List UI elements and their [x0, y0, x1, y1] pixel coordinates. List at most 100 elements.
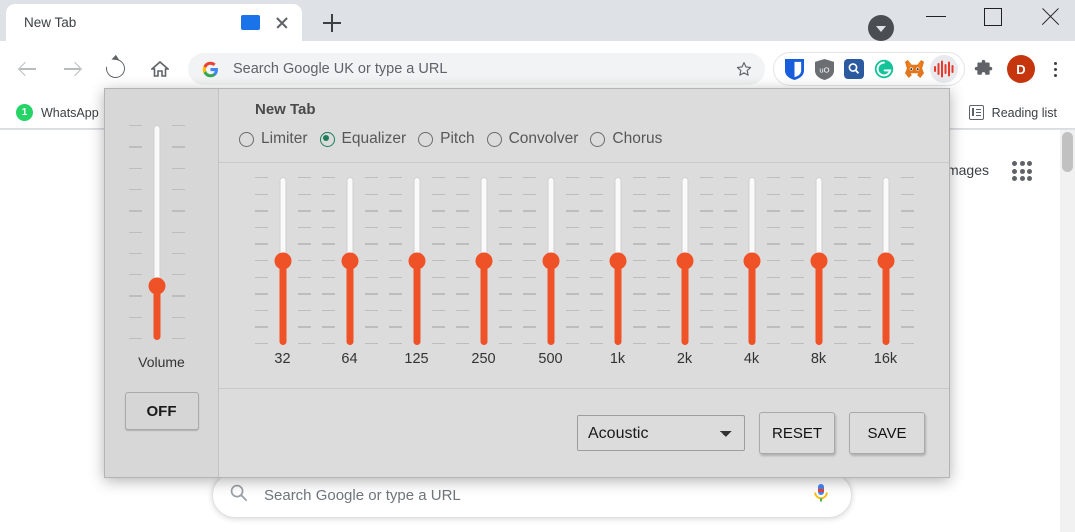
home-button[interactable] — [142, 51, 178, 87]
ublock-extension-icon[interactable]: uO — [810, 55, 838, 83]
profile-avatar[interactable]: D — [1007, 55, 1035, 83]
effect-option-chorus[interactable]: Chorus — [590, 130, 662, 148]
close-window-button[interactable] — [1029, 0, 1075, 32]
band-slider-8k[interactable] — [789, 177, 849, 345]
effect-selector: Limiter Equalizer Pitch Convolver Chorus — [219, 118, 949, 163]
google-logo-icon — [202, 61, 219, 78]
band-slider-250[interactable] — [454, 177, 514, 345]
bookmark-label: WhatsApp — [41, 106, 99, 120]
address-bar-text: Search Google UK or type a URL — [233, 61, 729, 77]
equalizer-band-64: 64 — [316, 177, 383, 367]
puzzle-piece-icon[interactable] — [967, 53, 999, 85]
reload-button[interactable] — [98, 51, 134, 87]
microphone-icon[interactable] — [811, 482, 831, 509]
effect-option-limiter[interactable]: Limiter — [239, 130, 308, 148]
radio-icon[interactable] — [320, 132, 335, 147]
bookmark-whatsapp[interactable]: 1 WhatsApp — [8, 100, 107, 126]
reset-button[interactable]: RESET — [759, 412, 835, 454]
back-button[interactable] — [10, 51, 46, 87]
bitwarden-extension-icon[interactable] — [780, 55, 808, 83]
band-slider-fill — [614, 261, 621, 345]
radio-icon[interactable] — [418, 132, 433, 147]
reading-list-icon — [969, 105, 984, 120]
band-label: 4k — [744, 351, 759, 367]
kebab-menu-icon[interactable] — [1041, 53, 1069, 85]
band-slider-thumb[interactable] — [274, 253, 291, 270]
plus-icon[interactable] — [315, 9, 349, 37]
band-slider-16k[interactable] — [856, 177, 916, 345]
band-slider-thumb[interactable] — [877, 253, 894, 270]
equalizer-band-250: 250 — [450, 177, 517, 367]
close-icon[interactable] — [272, 13, 292, 33]
radio-icon[interactable] — [590, 132, 605, 147]
address-bar[interactable]: Search Google UK or type a URL — [188, 53, 765, 85]
equalizer-bands: 32641252505001k2k4k8k16k — [249, 177, 919, 367]
band-slider-125[interactable] — [387, 177, 447, 345]
page-scrollbar[interactable] — [1060, 130, 1075, 532]
effect-option-equalizer[interactable]: Equalizer — [320, 130, 407, 148]
scrollbar-thumb[interactable] — [1062, 132, 1073, 172]
band-slider-500[interactable] — [521, 177, 581, 345]
preset-dropdown[interactable]: Acoustic — [577, 415, 745, 451]
effect-option-pitch[interactable]: Pitch — [418, 130, 474, 148]
band-slider-fill — [681, 261, 688, 345]
extensions-pill: uO — [773, 52, 965, 86]
svg-text:uO: uO — [819, 65, 829, 74]
band-slider-thumb[interactable] — [341, 253, 358, 270]
band-slider-fill — [748, 261, 755, 345]
google-apps-grid-icon[interactable] — [1009, 158, 1035, 184]
grammarly-extension-icon[interactable] — [870, 55, 898, 83]
metamask-extension-icon[interactable] — [900, 55, 928, 83]
radio-icon[interactable] — [239, 132, 254, 147]
search-extension-icon[interactable] — [840, 55, 868, 83]
band-label: 64 — [341, 351, 357, 367]
power-toggle-button[interactable]: OFF — [125, 392, 199, 430]
equalizer-band-4k: 4k — [718, 177, 785, 367]
magnifier-icon — [229, 483, 248, 507]
forward-button[interactable] — [54, 51, 90, 87]
volume-slider-thumb[interactable] — [148, 278, 165, 295]
maximize-button[interactable] — [969, 0, 1015, 32]
save-button[interactable]: SAVE — [849, 412, 925, 454]
band-label: 125 — [404, 351, 428, 367]
band-slider-thumb[interactable] — [743, 253, 760, 270]
band-slider-thumb[interactable] — [475, 253, 492, 270]
band-slider-64[interactable] — [320, 177, 380, 345]
band-slider-1k[interactable] — [588, 177, 648, 345]
band-slider-thumb[interactable] — [810, 253, 827, 270]
effect-option-label: Convolver — [509, 130, 579, 148]
reading-list-label: Reading list — [992, 106, 1057, 120]
band-slider-2k[interactable] — [655, 177, 715, 345]
effect-option-convolver[interactable]: Convolver — [487, 130, 579, 148]
tab-search-icon[interactable] — [868, 15, 894, 41]
effect-option-label: Pitch — [440, 130, 474, 148]
band-slider-thumb[interactable] — [408, 253, 425, 270]
effect-option-label: Limiter — [261, 130, 308, 148]
band-slider-32[interactable] — [253, 177, 313, 345]
browser-tab[interactable]: New Tab — [6, 4, 302, 41]
effect-option-label: Chorus — [612, 130, 662, 148]
home-icon — [151, 60, 169, 78]
band-slider-thumb[interactable] — [542, 253, 559, 270]
band-slider-thumb[interactable] — [676, 253, 693, 270]
popup-title: New Tab — [255, 101, 949, 118]
popup-footer: Acoustic RESET SAVE — [219, 389, 949, 477]
popup-header: New Tab — [219, 89, 949, 118]
search-input[interactable]: Search Google or type a URL — [212, 472, 852, 518]
radio-icon[interactable] — [487, 132, 502, 147]
audio-equalizer-extension-icon[interactable] — [930, 55, 958, 83]
volume-slider[interactable] — [127, 125, 197, 340]
band-slider-fill — [346, 261, 353, 345]
band-label: 16k — [874, 351, 897, 367]
effect-option-label: Equalizer — [342, 130, 407, 148]
band-slider-thumb[interactable] — [609, 253, 626, 270]
star-icon[interactable] — [729, 54, 759, 84]
equalizer-band-1k: 1k — [584, 177, 651, 367]
band-label: 1k — [610, 351, 625, 367]
equalizer-band-500: 500 — [517, 177, 584, 367]
band-label: 8k — [811, 351, 826, 367]
reading-list-button[interactable]: Reading list — [961, 100, 1065, 126]
media-cast-icon[interactable] — [241, 15, 260, 30]
minimize-button[interactable] — [913, 0, 959, 32]
band-slider-4k[interactable] — [722, 177, 782, 345]
